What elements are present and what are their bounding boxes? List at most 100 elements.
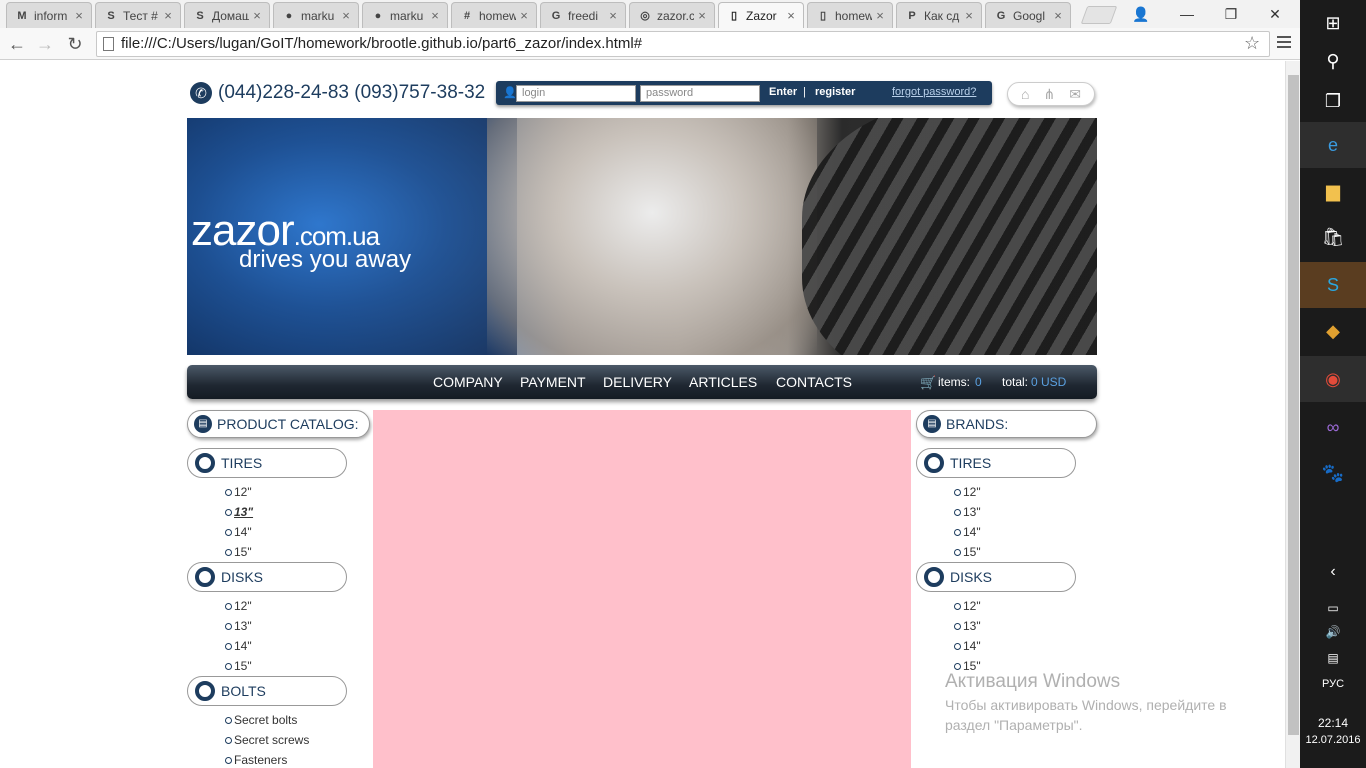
user-icon[interactable]: 👤 [1118,0,1164,28]
menu-icon[interactable] [1277,36,1291,51]
git-icon[interactable]: ◆ [1300,308,1366,354]
catalog-disks-label: DISKS [221,569,264,585]
tab-close-icon[interactable]: × [516,8,532,23]
phone-numbers: (044)228-24-83 (093)757-38-32 [218,82,486,103]
browser-tab[interactable]: P Как сд × [896,2,982,28]
minimize-button[interactable]: — [1164,0,1210,28]
brands-disks-13[interactable]: 13" [954,619,981,633]
close-window-button[interactable]: ✕ [1252,0,1298,28]
nav-payment[interactable]: PAYMENT [520,374,586,390]
browser-tab[interactable]: ● marku × [273,2,359,28]
browser-tab[interactable]: Gfreedi × [540,2,626,28]
browser-tab[interactable]: ▯ Zazor × [718,2,804,28]
cart-icon[interactable]: 🛒 [920,375,936,391]
catalog-bolts-fasteners[interactable]: Fasteners [225,753,287,767]
maximize-button[interactable]: ❐ [1208,0,1254,28]
catalog-tires-13[interactable]: 13" [225,505,253,519]
register-link[interactable]: register [815,86,855,98]
catalog-tires-14[interactable]: 14" [225,525,252,539]
chevron-left-icon[interactable]: ‹ [1300,560,1366,584]
task-view-icon[interactable]: ❐ [1300,78,1366,124]
catalog-disks-14[interactable]: 14" [225,639,252,653]
tab-close-icon[interactable]: × [872,8,888,23]
tab-close-icon[interactable]: × [783,8,799,23]
tab-close-icon[interactable]: × [605,8,621,23]
catalog-bolts-secret-screws[interactable]: Secret screws [225,733,309,747]
brands-tires-14[interactable]: 14" [954,525,981,539]
banner-tire-image [802,118,1097,355]
nav-delivery[interactable]: DELIVERY [603,374,672,390]
home-icon[interactable]: ⌂ [1021,86,1029,102]
back-icon[interactable]: ← [4,31,30,57]
clock-date[interactable]: 12.07.2016 [1300,734,1366,746]
tab-close-icon[interactable]: × [961,8,977,23]
catalog-bolts[interactable]: BOLTS [187,676,347,706]
file-explorer-icon[interactable]: ▆ [1300,168,1366,214]
sitemap-icon[interactable]: ⋔ [1043,86,1055,103]
language-indicator[interactable]: РУС [1300,678,1366,690]
tab-close-icon[interactable]: × [694,8,710,23]
phone-icon: ✆ [190,82,212,104]
enter-button[interactable]: Enter [769,86,797,98]
catalog-bolts-secret-bolts[interactable]: Secret bolts [225,713,297,727]
browser-tab[interactable]: ◎ zazor.c × [629,2,715,28]
clock-time[interactable]: 22:14 [1300,716,1366,730]
mail-icon[interactable]: ✉ [1069,86,1081,103]
browser-tab[interactable]: ▯ homew × [807,2,893,28]
browser-tab[interactable]: S Домаш × [184,2,270,28]
activation-watermark-text: Чтобы активировать Windows, перейдите в … [945,695,1265,735]
bookmark-star-icon[interactable]: ☆ [1244,33,1260,54]
catalog-tires-12[interactable]: 12" [225,485,252,499]
battery-icon[interactable]: ▭ [1300,598,1366,618]
brands-disks-14[interactable]: 14" [954,639,981,653]
notifications-icon[interactable]: ▤ [1300,648,1366,668]
catalog-disks-15[interactable]: 15" [225,659,252,673]
tab-close-icon[interactable]: × [71,8,87,23]
edge-icon[interactable]: e [1300,122,1366,168]
browser-tab[interactable]: S Тест # × [95,2,181,28]
brands-tires-12[interactable]: 12" [954,485,981,499]
catalog-disks-12[interactable]: 12" [225,599,252,613]
brands-disks-12[interactable]: 12" [954,599,981,613]
catalog-disks[interactable]: DISKS [187,562,347,592]
brands-header: ▤ BRANDS: [916,410,1097,438]
tab-label: Zazor [746,8,777,23]
browser-tab[interactable]: ● marku × [362,2,448,28]
tab-close-icon[interactable]: × [427,8,443,23]
tab-close-icon[interactable]: × [249,8,265,23]
visual-studio-icon[interactable]: ∞ [1300,404,1366,450]
address-bar[interactable]: file:///C:/Users/lugan/GoIT/homework/bro… [96,31,1270,57]
p-icon: P [908,9,916,22]
reload-icon[interactable]: ↻ [62,31,88,57]
nav-contacts[interactable]: CONTACTS [776,374,852,390]
tab-close-icon[interactable]: × [1050,8,1066,23]
skype-icon[interactable]: S [1300,262,1366,308]
forward-icon[interactable]: → [32,31,58,57]
browser-tab[interactable]: Minform × [6,2,92,28]
tab-close-icon[interactable]: × [338,8,354,23]
brands-tires-15[interactable]: 15" [954,545,981,559]
brands-tires[interactable]: TIRES [916,448,1076,478]
chrome-icon[interactable]: ◉ [1300,356,1366,402]
brands-tires-13[interactable]: 13" [954,505,981,519]
gimp-icon[interactable]: 🐾 [1300,450,1366,496]
windows-taskbar: ⊞ ⚲ ❐ e ▆ 🛍 S ◆ ◉ ∞ 🐾 ‹ ▭ 🔊 ▤ РУС 22:14 … [1300,0,1366,768]
nav-articles[interactable]: ARTICLES [689,374,757,390]
login-input[interactable]: login [516,85,636,102]
tab-close-icon[interactable]: × [160,8,176,23]
catalog-disks-13[interactable]: 13" [225,619,252,633]
store-icon[interactable]: 🛍 [1300,214,1366,260]
brands-disks-label: DISKS [950,569,993,585]
catalog-tires[interactable]: TIRES [187,448,347,478]
scrollbar-thumb[interactable] [1288,75,1299,735]
catalog-tires-15[interactable]: 15" [225,545,252,559]
nav-company[interactable]: COMPANY [433,374,503,390]
volume-icon[interactable]: 🔊 [1300,622,1366,642]
password-input[interactable]: password [640,85,760,102]
forgot-password-link[interactable]: forgot password? [892,86,976,98]
brands-disks[interactable]: DISKS [916,562,1076,592]
browser-tab[interactable]: G Googl × [985,2,1071,28]
separator: | [803,86,806,98]
browser-tab[interactable]: # homew × [451,2,537,28]
page-scrollbar[interactable] [1285,61,1300,768]
